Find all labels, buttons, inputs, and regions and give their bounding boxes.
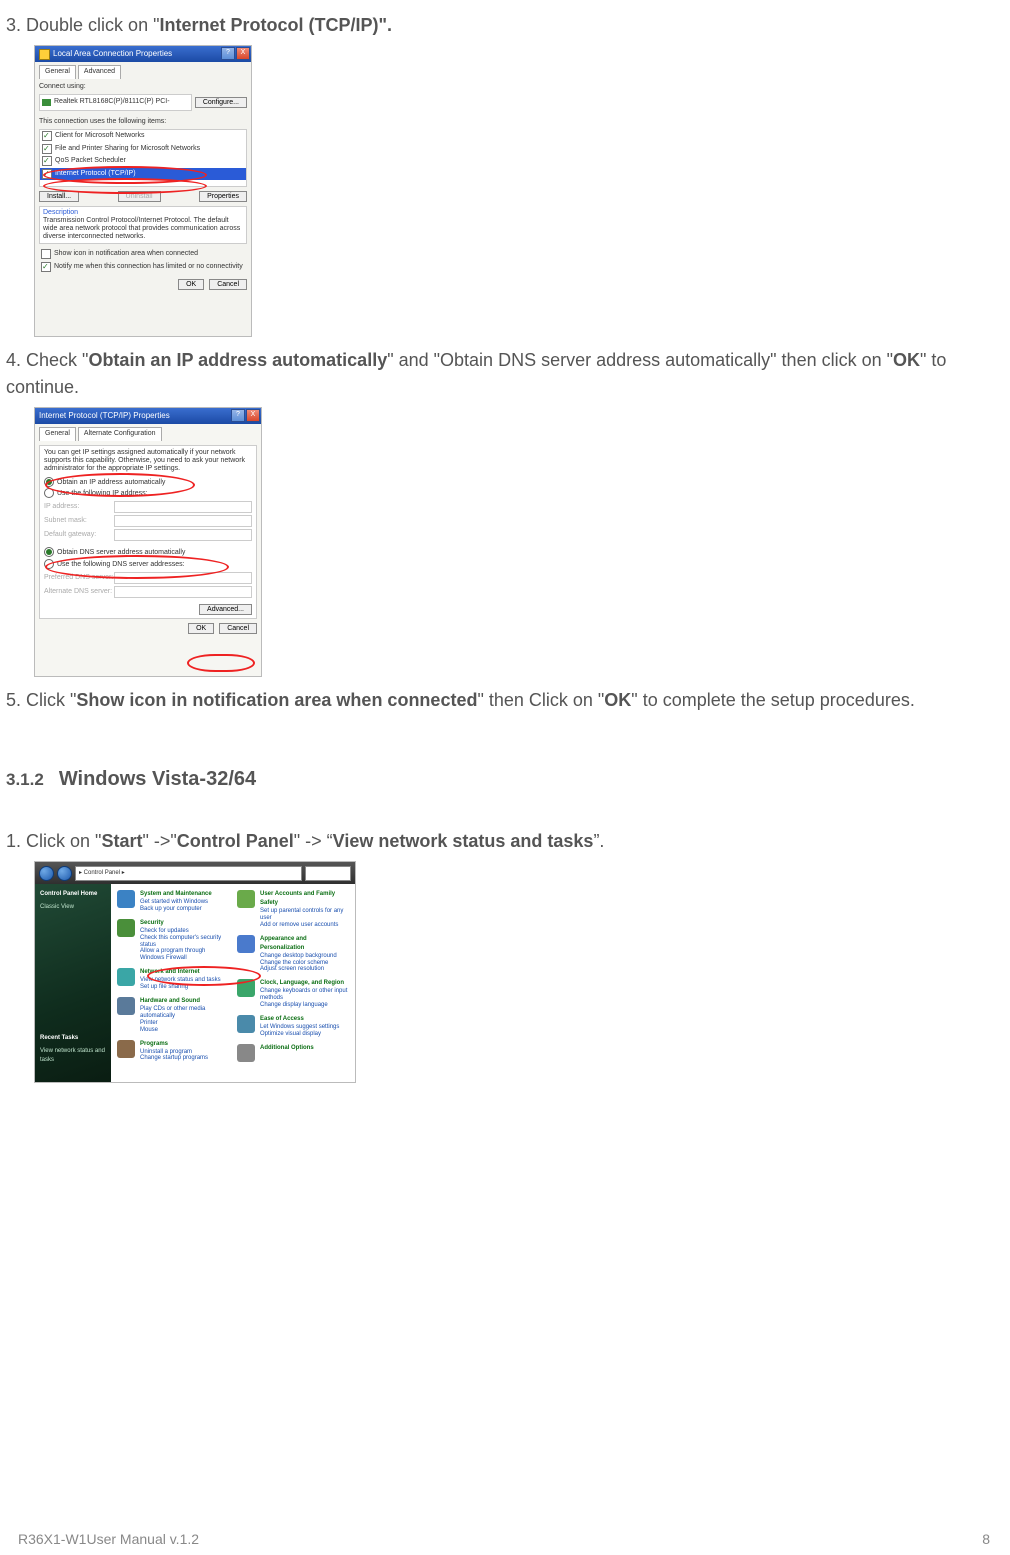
adapter-name: Realtek RTL8168C(P)/8111C(P) PCI- <box>54 97 170 108</box>
section-title: Windows Vista-32/64 <box>59 768 256 790</box>
dlg2-blurb: You can get IP settings assigned automat… <box>44 449 252 473</box>
connect-using-label: Connect using: <box>39 82 247 93</box>
dlg1-window-buttons: ? X <box>220 47 250 60</box>
hardware-icon <box>117 997 135 1015</box>
dlg2-titlebar: Internet Protocol (TCP/IP) Properties <box>35 408 261 424</box>
section-number: 3.1.2 <box>6 770 44 789</box>
radio-obtain-ip[interactable] <box>44 477 54 487</box>
ip-field <box>114 501 252 513</box>
additional-icon <box>237 1044 255 1062</box>
page-footer: R36X1-W1User Manual v.1.2 8 <box>18 1529 990 1550</box>
radio-obtain-dns[interactable] <box>44 547 54 557</box>
tab-general[interactable]: General <box>39 65 76 79</box>
system-icon <box>117 890 135 908</box>
footer-page-number: 8 <box>982 1529 990 1550</box>
ok-button[interactable]: OK <box>188 623 214 634</box>
items-list[interactable]: Client for Microsoft Networks File and P… <box>39 129 247 187</box>
adapter-field: Realtek RTL8168C(P)/8111C(P) PCI- <box>39 94 192 111</box>
item-qos: QoS Packet Scheduler <box>55 156 126 167</box>
step3-pre: 3. Double click on " <box>6 15 159 35</box>
screenshot-tcpip-properties: Internet Protocol (TCP/IP) Properties ? … <box>34 407 262 677</box>
sidebar-recent-task-1[interactable]: View network status and tasks <box>40 1047 106 1065</box>
uninstall-button: Uninstall <box>118 191 161 202</box>
adns-field <box>114 586 252 598</box>
categories: System and MaintenanceGet started with W… <box>111 884 355 1082</box>
security-icon <box>117 919 135 937</box>
radio-use-dns[interactable] <box>44 559 54 569</box>
search-box[interactable] <box>305 866 351 881</box>
items-label: This connection uses the following items… <box>39 117 247 128</box>
item-tcpip: Internet Protocol (TCP/IP) <box>55 169 136 180</box>
checkbox[interactable] <box>42 156 52 166</box>
checkbox-notify[interactable] <box>41 262 51 272</box>
clock-icon <box>237 979 255 997</box>
tab-general[interactable]: General <box>39 427 76 441</box>
dlg2-window-buttons: ? X <box>230 409 260 422</box>
checkbox[interactable] <box>42 169 52 179</box>
dlg1-title: Local Area Connection Properties <box>53 48 172 60</box>
pdns-field <box>114 572 252 584</box>
programs-icon <box>117 1040 135 1058</box>
item-client: Client for Microsoft Networks <box>55 131 144 142</box>
back-button[interactable] <box>39 866 54 881</box>
properties-button[interactable]: Properties <box>199 191 247 202</box>
screenshot-vista-control-panel: ▸ Control Panel ▸ Control Panel Home Cla… <box>34 861 356 1083</box>
network-icon <box>117 968 135 986</box>
radio-use-ip[interactable] <box>44 488 54 498</box>
forward-button[interactable] <box>57 866 72 881</box>
sidebar-classic-view[interactable]: Classic View <box>40 903 106 912</box>
sidebar-heading: Control Panel Home <box>40 890 106 899</box>
sidebar: Control Panel Home Classic View Recent T… <box>35 884 111 1082</box>
checkbox[interactable] <box>42 131 52 141</box>
configure-button[interactable]: Configure... <box>195 97 247 108</box>
close-icon[interactable]: X <box>246 409 260 422</box>
ok-button[interactable]: OK <box>178 279 204 290</box>
install-button[interactable]: Install... <box>39 191 79 202</box>
appearance-icon <box>237 935 255 953</box>
advanced-button[interactable]: Advanced... <box>199 604 252 615</box>
nic-icon <box>42 99 51 106</box>
step-3: 3. Double click on "Internet Protocol (T… <box>6 12 990 39</box>
footer-left: R36X1-W1User Manual v.1.2 <box>18 1529 199 1550</box>
section-heading: 3.1.2 Windows Vista-32/64 <box>6 764 990 794</box>
desc-text: Transmission Control Protocol/Internet P… <box>43 217 243 241</box>
gateway-field <box>114 529 252 541</box>
window-icon <box>39 49 50 60</box>
desc-heading: Description <box>43 209 243 217</box>
subnet-field <box>114 515 252 527</box>
show-icon-label: Show icon in notification area when conn… <box>54 249 198 260</box>
description-box: Description Transmission Control Protoco… <box>39 206 247 244</box>
step-4: 4. Check "Obtain an IP address automatic… <box>6 347 990 401</box>
dlg2-title: Internet Protocol (TCP/IP) Properties <box>39 410 170 422</box>
vista-step-1: 1. Click on "Start" ->"Control Panel" ->… <box>6 828 990 855</box>
tab-alternate[interactable]: Alternate Configuration <box>78 427 162 441</box>
tab-advanced[interactable]: Advanced <box>78 65 121 79</box>
ease-icon <box>237 1015 255 1033</box>
help-icon[interactable]: ? <box>231 409 245 422</box>
address-bar[interactable]: ▸ Control Panel ▸ <box>75 866 302 881</box>
step3-bold: Internet Protocol (TCP/IP)". <box>159 15 392 35</box>
cancel-button[interactable]: Cancel <box>209 279 247 290</box>
checkbox-show-icon[interactable] <box>41 249 51 259</box>
step-5: 5. Click "Show icon in notification area… <box>6 687 990 714</box>
cancel-button[interactable]: Cancel <box>219 623 257 634</box>
notify-label: Notify me when this connection has limit… <box>54 262 243 273</box>
sidebar-recent-tasks: Recent Tasks <box>40 1034 106 1043</box>
item-fps: File and Printer Sharing for Microsoft N… <box>55 144 200 155</box>
explorer-toolbar: ▸ Control Panel ▸ <box>35 862 355 884</box>
screenshot-lan-properties: Local Area Connection Properties ? X Gen… <box>34 45 252 337</box>
dlg1-titlebar: Local Area Connection Properties <box>35 46 251 62</box>
close-icon[interactable]: X <box>236 47 250 60</box>
help-icon[interactable]: ? <box>221 47 235 60</box>
checkbox[interactable] <box>42 144 52 154</box>
users-icon <box>237 890 255 908</box>
